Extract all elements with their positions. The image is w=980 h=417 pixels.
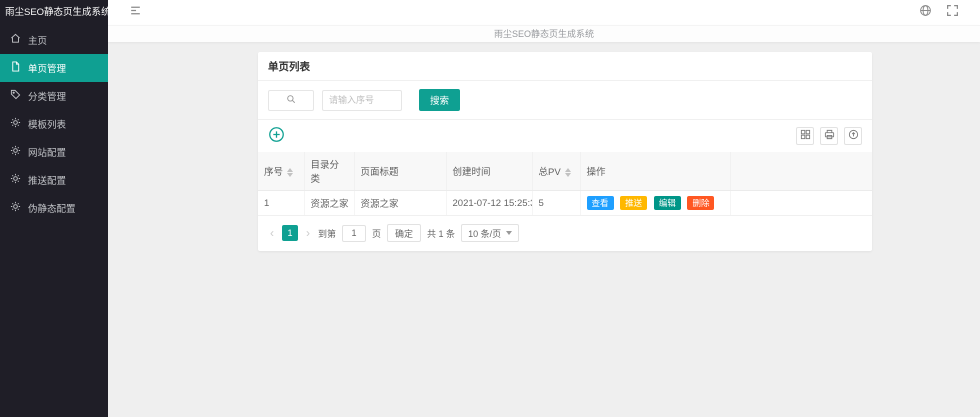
push-button[interactable]: 推送 bbox=[620, 196, 647, 210]
cell-created-at: 2021-07-12 15:25:35 bbox=[446, 191, 532, 216]
jump-label: 到第 bbox=[318, 227, 336, 240]
sidebar-item-label: 网站配置 bbox=[28, 145, 66, 159]
confirm-button[interactable]: 确定 bbox=[387, 224, 421, 242]
fullscreen-icon bbox=[946, 4, 959, 22]
export-icon bbox=[848, 129, 859, 143]
home-icon bbox=[10, 33, 21, 47]
gear-icon bbox=[10, 173, 21, 187]
sidebar-item-label: 伪静态配置 bbox=[28, 201, 76, 215]
sidebar-item-label: 分类管理 bbox=[28, 89, 66, 103]
sidebar-item-push-config[interactable]: 推送配置 bbox=[0, 166, 108, 194]
edit-button[interactable]: 编辑 bbox=[654, 196, 681, 210]
gear-icon bbox=[10, 201, 21, 215]
filter-columns-button[interactable] bbox=[796, 127, 814, 145]
app-title: 雨尘SEO静态页生成系统 bbox=[0, 0, 108, 26]
prev-page-button[interactable]: ‹ bbox=[268, 227, 276, 239]
cell-actions: 查看 推送 编辑 删除 bbox=[580, 191, 730, 216]
column-header-filler bbox=[730, 152, 872, 191]
sidebar: 雨尘SEO静态页生成系统 主页 单页管理 分类管理 模板列表 网站配置 bbox=[0, 0, 108, 417]
column-header-actions: 操作 bbox=[580, 152, 730, 191]
page-size-select[interactable]: 10 条/页 bbox=[461, 224, 519, 242]
sidebar-item-single-page[interactable]: 单页管理 bbox=[0, 54, 108, 82]
gear-icon bbox=[10, 117, 21, 131]
column-header-pv: 总PV bbox=[532, 152, 580, 191]
sidebar-item-rewrite-config[interactable]: 伪静态配置 bbox=[0, 194, 108, 222]
current-page-button[interactable]: 1 bbox=[282, 225, 298, 241]
cell-filler bbox=[730, 191, 872, 216]
search-input[interactable] bbox=[322, 90, 402, 111]
plus-circle-icon bbox=[268, 126, 285, 146]
table-header-row: 序号 目录分类 页面标题 创建时间 总PV 操作 bbox=[258, 152, 872, 191]
menu-collapse-icon bbox=[129, 4, 142, 22]
globe-icon bbox=[919, 4, 932, 22]
filter-columns-icon bbox=[800, 129, 811, 143]
page-size-value: 10 条/页 bbox=[468, 227, 501, 240]
globe-button[interactable] bbox=[912, 0, 939, 25]
view-button[interactable]: 查看 bbox=[587, 196, 614, 210]
cell-seq: 1 bbox=[258, 191, 304, 216]
sidebar-item-site-config[interactable]: 网站配置 bbox=[0, 138, 108, 166]
cell-category: 资源之家 bbox=[304, 191, 354, 216]
sidebar-item-home[interactable]: 主页 bbox=[0, 26, 108, 54]
card-title: 单页列表 bbox=[258, 52, 872, 81]
single-page-list-card: 单页列表 搜索 bbox=[258, 52, 872, 251]
search-button[interactable]: 搜索 bbox=[419, 89, 460, 111]
column-header-seq: 序号 bbox=[258, 152, 304, 191]
search-field-selector[interactable] bbox=[268, 90, 314, 111]
breadcrumb-bar: 雨尘SEO静态页生成系统 bbox=[108, 25, 980, 42]
export-button[interactable] bbox=[844, 127, 862, 145]
chevron-down-icon bbox=[506, 231, 512, 235]
sidebar-item-label: 模板列表 bbox=[28, 117, 66, 131]
print-button[interactable] bbox=[820, 127, 838, 145]
topbar bbox=[108, 0, 980, 25]
fullscreen-button[interactable] bbox=[939, 0, 966, 25]
delete-button[interactable]: 删除 bbox=[687, 196, 714, 210]
sidebar-item-label: 主页 bbox=[28, 33, 47, 47]
sidebar-item-template[interactable]: 模板列表 bbox=[0, 110, 108, 138]
search-row: 搜索 bbox=[258, 81, 872, 120]
column-header-created-at: 创建时间 bbox=[446, 152, 532, 191]
page-title: 雨尘SEO静态页生成系统 bbox=[494, 29, 594, 39]
print-icon bbox=[824, 129, 835, 143]
sidebar-nav: 主页 单页管理 分类管理 模板列表 网站配置 推送配置 bbox=[0, 26, 108, 222]
single-page-table: 序号 目录分类 页面标题 创建时间 总PV 操作 1 资源之家 bbox=[258, 152, 872, 216]
menu-collapse-button[interactable] bbox=[122, 0, 149, 25]
table-tools bbox=[796, 127, 862, 145]
content-area: 单页列表 搜索 bbox=[108, 42, 980, 251]
main-area: 雨尘SEO静态页生成系统 单页列表 搜索 bbox=[108, 0, 980, 417]
pagination: ‹ 1 › 到第 页 确定 共 1 条 10 条/页 bbox=[258, 216, 872, 251]
app-window: 雨尘SEO静态页生成系统 主页 单页管理 分类管理 模板列表 网站配置 bbox=[0, 0, 980, 417]
search-icon bbox=[286, 94, 296, 107]
cell-page-title: 资源之家 bbox=[354, 191, 446, 216]
total-count-label: 共 1 条 bbox=[427, 227, 455, 240]
tag-icon bbox=[10, 89, 21, 103]
column-header-category: 目录分类 bbox=[304, 152, 354, 191]
cell-pv: 5 bbox=[532, 191, 580, 216]
sort-icon[interactable] bbox=[287, 168, 293, 177]
column-header-page-title: 页面标题 bbox=[354, 152, 446, 191]
jump-page-input[interactable] bbox=[342, 225, 366, 242]
table-row: 1 资源之家 资源之家 2021-07-12 15:25:35 5 查看 推送 … bbox=[258, 191, 872, 216]
next-page-button[interactable]: › bbox=[304, 227, 312, 239]
sidebar-item-label: 单页管理 bbox=[28, 61, 66, 75]
sort-icon[interactable] bbox=[565, 168, 571, 177]
jump-unit-label: 页 bbox=[372, 227, 381, 240]
add-button[interactable] bbox=[268, 126, 285, 146]
sidebar-item-label: 推送配置 bbox=[28, 173, 66, 187]
gear-icon bbox=[10, 145, 21, 159]
sidebar-item-category[interactable]: 分类管理 bbox=[0, 82, 108, 110]
document-icon bbox=[10, 61, 21, 75]
table-toolbar bbox=[258, 120, 872, 152]
